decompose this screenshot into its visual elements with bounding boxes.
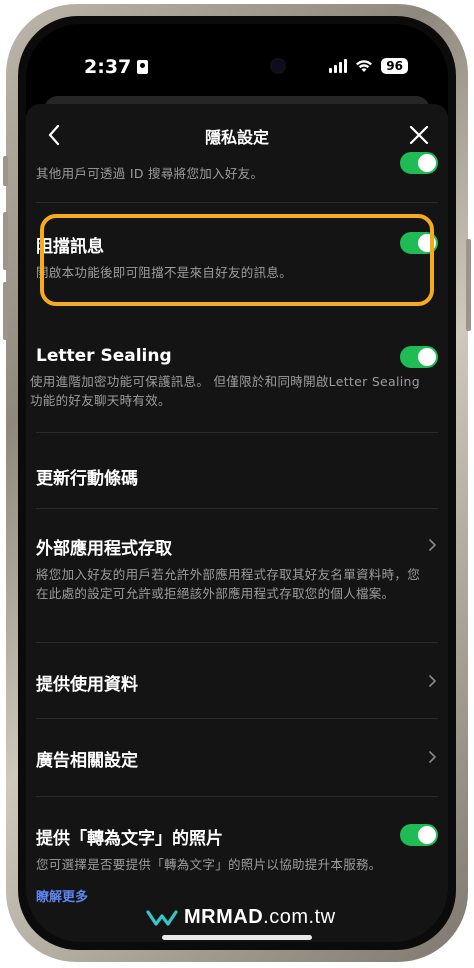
chevron-right-icon xyxy=(429,751,437,763)
setting-photo-to-text[interactable]: 提供「轉為文字」的照片 您可選擇是否要提供「轉為文字」的照片以協助提升本服務。 xyxy=(36,824,438,874)
nav-bar: 隱私設定 xyxy=(26,104,448,164)
phone-frame: 2:37 96 隱私設定 其他用戶可透過 ID 搜尋將您加入好友。 阻擋訊息 開… xyxy=(3,4,471,962)
power-button xyxy=(466,239,471,331)
wifi-icon xyxy=(356,60,373,72)
divider xyxy=(36,202,438,203)
setting-label: Letter Sealing xyxy=(36,346,172,366)
divider xyxy=(36,432,438,433)
divider xyxy=(36,508,438,509)
home-indicator xyxy=(162,935,312,940)
add-by-id-toggle[interactable] xyxy=(400,152,438,174)
mrmad-logo-icon xyxy=(146,909,178,926)
setting-external-app-access[interactable]: 外部應用程式存取 將您加入好友的用戶若允許外部應用程式存取其好友名單資料時，您在… xyxy=(36,534,438,603)
id-card-icon xyxy=(137,60,149,74)
watermark-brand: MRMAD xyxy=(184,906,264,928)
status-time-text: 2:37 xyxy=(84,56,132,78)
setting-add-by-id: 其他用戶可透過 ID 搜尋將您加入好友。 xyxy=(36,152,438,183)
chevron-right-icon xyxy=(429,539,437,551)
dynamic-island xyxy=(172,48,304,84)
learn-more-link[interactable]: 瞭解更多 xyxy=(36,886,88,905)
screen: 2:37 96 隱私設定 其他用戶可透過 ID 搜尋將您加入好友。 阻擋訊息 開… xyxy=(26,24,448,942)
setting-description: 其他用戶可透過 ID 搜尋將您加入好友。 xyxy=(36,166,264,181)
mrmad-watermark: MRMAD .com.tw xyxy=(146,906,336,929)
status-bar: 2:37 96 xyxy=(26,24,448,88)
photo-to-text-toggle[interactable] xyxy=(400,824,438,846)
divider xyxy=(36,796,438,797)
volume-down-button xyxy=(3,282,8,340)
setting-label: 廣告相關設定 xyxy=(36,751,138,771)
action-button xyxy=(3,156,8,186)
toggle-knob xyxy=(418,826,436,844)
page-title: 隱私設定 xyxy=(204,128,269,147)
setting-ad-settings[interactable]: 廣告相關設定 xyxy=(36,746,438,771)
toggle-knob xyxy=(418,348,436,366)
close-icon[interactable] xyxy=(406,122,432,148)
cellular-signal-icon xyxy=(329,59,348,73)
chevron-right-icon xyxy=(429,675,437,687)
setting-description: 您可選擇是否要提供「轉為文字」的照片以協助提升本服務。 xyxy=(36,857,382,872)
toggle-knob xyxy=(418,234,436,252)
camera-icon xyxy=(272,60,284,72)
divider xyxy=(36,718,438,719)
privacy-settings-sheet: 隱私設定 其他用戶可透過 ID 搜尋將您加入好友。 阻擋訊息 開啟本功能後即可阻… xyxy=(26,104,448,942)
status-time: 2:37 xyxy=(84,56,149,78)
status-icons: 96 xyxy=(329,58,408,74)
divider xyxy=(36,642,438,643)
volume-up-button xyxy=(3,212,8,270)
setting-description: 開啟本功能後即可阻擋不是來自好友的訊息。 xyxy=(36,265,293,280)
setting-label: 提供使用資料 xyxy=(36,675,138,695)
phone-bezel: 2:37 96 隱私設定 其他用戶可透過 ID 搜尋將您加入好友。 阻擋訊息 開… xyxy=(18,16,456,950)
setting-block-messages[interactable]: 阻擋訊息 開啟本功能後即可阻擋不是來自好友的訊息。 xyxy=(36,232,438,282)
setting-description: 使用進階加密功能可保護訊息。 但僅限於和同時開啟Letter Sealing功能… xyxy=(30,374,421,408)
battery-icon: 96 xyxy=(381,58,408,74)
settings-list: 其他用戶可透過 ID 搜尋將您加入好友。 阻擋訊息 開啟本功能後即可阻擋不是來自… xyxy=(26,152,448,942)
setting-letter-sealing[interactable]: Letter Sealing 使用進階加密功能可保護訊息。 但僅限於和同時開啟L… xyxy=(30,346,438,410)
setting-label: 阻擋訊息 xyxy=(36,237,104,257)
setting-label: 外部應用程式存取 xyxy=(36,539,172,559)
setting-update-action-code[interactable]: 更新行動條碼 xyxy=(36,464,438,489)
setting-label: 提供「轉為文字」的照片 xyxy=(36,829,223,849)
letter-sealing-toggle[interactable] xyxy=(400,346,438,368)
setting-provide-usage-data[interactable]: 提供使用資料 xyxy=(36,670,438,695)
block-messages-toggle[interactable] xyxy=(400,232,438,254)
toggle-knob xyxy=(418,154,436,172)
watermark-suffix: .com.tw xyxy=(263,906,336,928)
setting-label: 更新行動條碼 xyxy=(36,469,138,489)
setting-description: 將您加入好友的用戶若允許外部應用程式存取其好友名單資料時，您在此處的設定可允許或… xyxy=(36,567,421,601)
